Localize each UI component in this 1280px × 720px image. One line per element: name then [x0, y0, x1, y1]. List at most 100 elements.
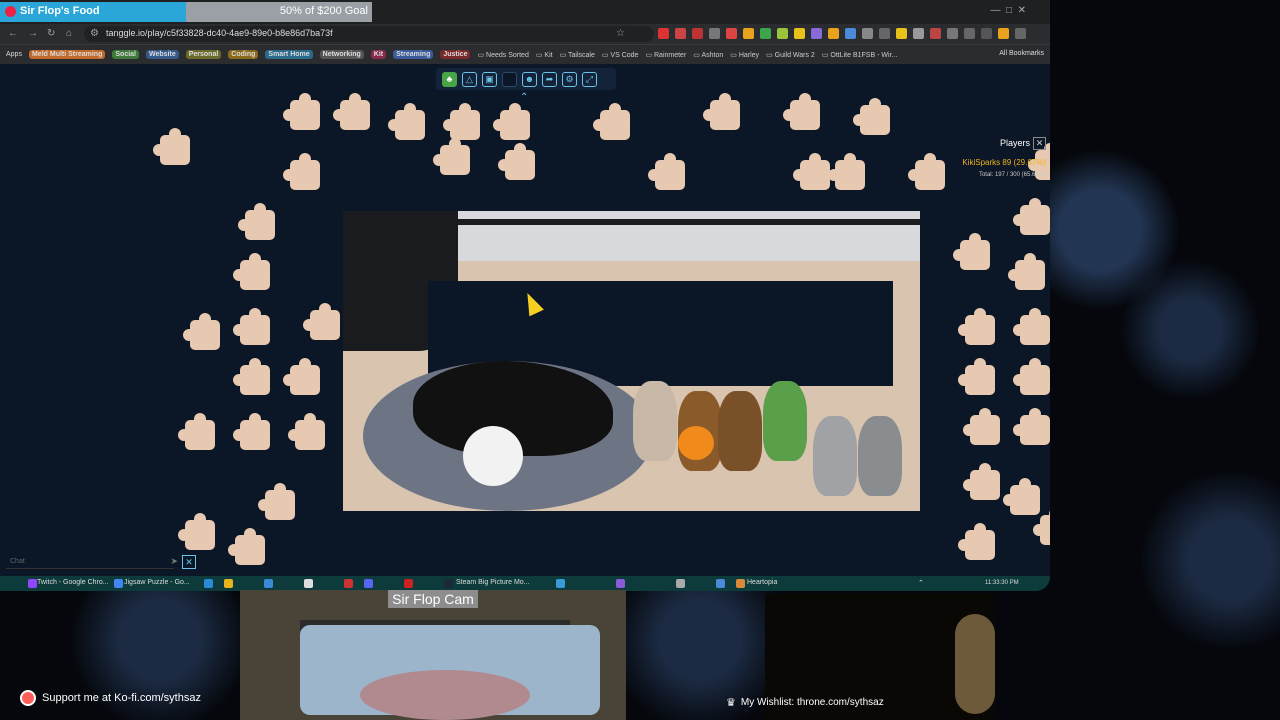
site-info-icon[interactable]: ⚙: [90, 28, 99, 39]
bookmark-folder[interactable]: ▭ Needs Sorted: [477, 51, 528, 59]
extension-icon[interactable]: [709, 28, 720, 39]
puzzle-piece[interactable]: [853, 98, 890, 135]
bookmark-tag[interactable]: Networking: [319, 50, 364, 59]
puzzle-piece[interactable]: [443, 103, 480, 140]
bookmark-tag[interactable]: Meld Multi Streaming: [28, 50, 106, 59]
extension-icon[interactable]: [845, 28, 856, 39]
puzzle-piece[interactable]: [238, 203, 275, 240]
url-field[interactable]: ⚙ tanggle.io/play/c5f33828-dc40-4ae9-89e…: [84, 26, 654, 42]
bookmark-folder[interactable]: ▭ Ashton: [693, 51, 723, 59]
puzzle-piece[interactable]: [783, 93, 820, 130]
bookmark-tag[interactable]: Smart Home: [265, 50, 313, 59]
puzzle-piece[interactable]: [1033, 508, 1050, 545]
collapse-toolbar-icon[interactable]: ⌃: [520, 92, 528, 103]
chat-close-icon[interactable]: ✕: [182, 555, 196, 569]
puzzle-assembled-area[interactable]: [343, 211, 920, 575]
puzzle-piece[interactable]: [793, 153, 830, 190]
menu-icon[interactable]: [1015, 28, 1026, 39]
extension-icon[interactable]: [930, 28, 941, 39]
puzzle-piece[interactable]: [153, 128, 190, 165]
bookmark-folder[interactable]: ▭ OttLite B1FSB - Wir...: [822, 51, 897, 59]
back-icon[interactable]: ←: [8, 28, 18, 39]
home-icon[interactable]: ⌂: [66, 28, 72, 39]
bookmark-plain[interactable]: Apps: [6, 51, 22, 58]
taskbar-item[interactable]: Steam Big Picture Mo...: [456, 579, 530, 586]
extension-icon[interactable]: [726, 28, 737, 39]
puzzle-piece[interactable]: [828, 153, 865, 190]
puzzle-piece[interactable]: [498, 143, 535, 180]
extension-icon[interactable]: [862, 28, 873, 39]
taskbar-item[interactable]: Heartopia: [747, 579, 777, 586]
fullscreen-icon[interactable]: ⤢: [582, 71, 597, 87]
puzzle-piece[interactable]: [433, 138, 470, 175]
app-icon[interactable]: [716, 579, 725, 588]
extension-icon[interactable]: [692, 28, 703, 39]
people-icon[interactable]: ☻: [522, 71, 537, 87]
puzzle-piece[interactable]: [958, 523, 995, 560]
app-icon[interactable]: [616, 579, 625, 588]
puzzle-piece[interactable]: [593, 103, 630, 140]
bookmark-tag[interactable]: Social: [112, 50, 139, 59]
puzzle-board[interactable]: Players ✕ KikiSparks 89 (29.67%) Total: …: [0, 65, 1050, 575]
puzzle-piece[interactable]: [1013, 358, 1050, 395]
square-icon[interactable]: [502, 71, 517, 87]
extension-icon[interactable]: [947, 28, 958, 39]
puzzle-icon[interactable]: ♣: [442, 71, 457, 87]
puzzle-piece[interactable]: [178, 413, 215, 450]
puzzle-piece[interactable]: [233, 253, 270, 290]
folder-icon[interactable]: [224, 579, 233, 588]
taskbar-item[interactable]: Twitch - Google Chro...: [37, 579, 109, 586]
extension-icon[interactable]: [828, 28, 839, 39]
bookmark-tag[interactable]: Personal: [185, 50, 222, 59]
profile-icon[interactable]: [998, 28, 1009, 39]
taskbar-item[interactable]: Jigsaw Puzzle - Go...: [124, 579, 190, 586]
puzzle-piece[interactable]: [953, 233, 990, 270]
puzzle-piece[interactable]: [178, 513, 215, 550]
image-icon[interactable]: ▣: [482, 71, 497, 87]
extension-icon[interactable]: [913, 28, 924, 39]
close-icon[interactable]: ✕: [1033, 137, 1046, 150]
puzzle-piece[interactable]: [288, 413, 325, 450]
bookmark-folder[interactable]: ▭ Harley: [730, 51, 759, 59]
puzzle-piece[interactable]: [958, 358, 995, 395]
extension-icon[interactable]: [760, 28, 771, 39]
puzzle-piece[interactable]: [228, 528, 265, 565]
reload-icon[interactable]: ↻: [47, 28, 55, 39]
chat-input[interactable]: Chat ➤: [6, 556, 178, 569]
settings-icon[interactable]: ⚙: [562, 71, 577, 87]
extension-icon[interactable]: [896, 28, 907, 39]
puzzle-piece[interactable]: [258, 483, 295, 520]
bookmark-folder[interactable]: ▭ Kit: [536, 51, 553, 59]
puzzle-piece[interactable]: [233, 358, 270, 395]
bookmark-tag[interactable]: Justice: [440, 50, 471, 59]
bookmark-folder[interactable]: ▭ Rainmeter: [645, 51, 686, 59]
tray-chevron-icon[interactable]: ⌃: [918, 579, 924, 587]
puzzle-piece[interactable]: [1003, 478, 1040, 515]
app-icon[interactable]: [404, 579, 413, 588]
puzzle-piece[interactable]: [283, 93, 320, 130]
puzzle-piece[interactable]: [908, 153, 945, 190]
puzzle-piece[interactable]: [1008, 253, 1045, 290]
discord-icon[interactable]: [364, 579, 373, 588]
puzzle-piece[interactable]: [283, 153, 320, 190]
app-icon[interactable]: [556, 579, 565, 588]
send-icon[interactable]: ➤: [170, 556, 178, 567]
share-icon[interactable]: ➦: [542, 71, 557, 87]
bookmark-tag[interactable]: Kit: [370, 50, 387, 59]
window-controls[interactable]: — □ ✕: [990, 5, 1026, 16]
puzzle-piece[interactable]: [1013, 408, 1050, 445]
extension-icon[interactable]: [675, 28, 686, 39]
extension-icon[interactable]: [777, 28, 788, 39]
extension-icon[interactable]: [964, 28, 975, 39]
puzzle-piece[interactable]: [963, 463, 1000, 500]
extension-icon[interactable]: [658, 28, 669, 39]
bookmark-star-icon[interactable]: ☆: [616, 28, 625, 39]
bookmark-tag[interactable]: Coding: [228, 50, 259, 59]
puzzle-piece[interactable]: [703, 93, 740, 130]
app-icon[interactable]: [676, 579, 685, 588]
puzzle-piece[interactable]: [388, 103, 425, 140]
puzzle-piece[interactable]: [233, 413, 270, 450]
puzzle-piece[interactable]: [493, 103, 530, 140]
shapes-icon[interactable]: △: [462, 71, 477, 87]
app-icon[interactable]: [344, 579, 353, 588]
